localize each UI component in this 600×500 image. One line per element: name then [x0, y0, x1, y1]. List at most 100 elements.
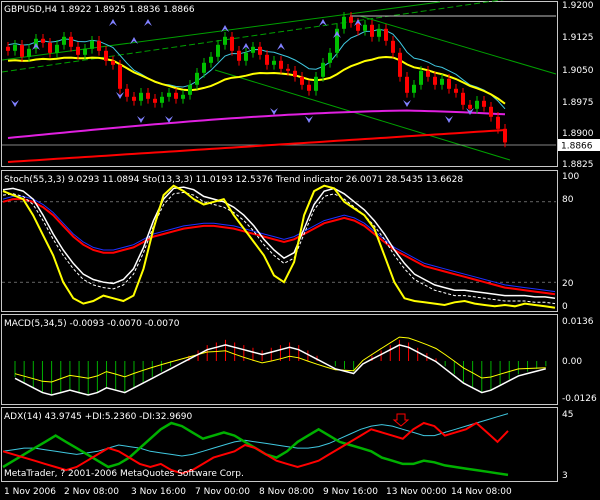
trading-chart[interactable]: GBPUSD,H4 1.8922 1.8925 1.8836 1.8866 St…: [0, 0, 600, 500]
adx-axis: 45 3: [562, 410, 573, 481]
adx-header: ADX(14) 43.9745 +DI:5.2360 -DI:32.9690: [4, 412, 193, 422]
candle-body: [412, 84, 416, 93]
candle-body: [468, 104, 472, 109]
candle-body: [496, 116, 500, 129]
candle-body: [104, 50, 108, 61]
stoch-slow-line: [2, 191, 556, 305]
candle-body: [251, 46, 255, 53]
candle-body: [370, 24, 374, 37]
candle-body: [181, 94, 185, 99]
candle-body: [27, 48, 31, 57]
trend-indicator-line: [2, 195, 556, 293]
candle-body: [461, 92, 465, 105]
stoch-plot: [2, 184, 556, 309]
candle-body: [307, 84, 311, 91]
macd-header: MACD(5,34,5) -0.0093 -0.0070 -0.0070: [4, 319, 180, 329]
candle-body: [90, 40, 94, 49]
candle-body: [230, 36, 234, 51]
candle-body: [223, 36, 227, 45]
time-tick: 3 Nov 16:00: [131, 487, 186, 497]
macd-tick: 0.00: [562, 357, 582, 367]
candle-body: [76, 46, 80, 55]
candle-body: [279, 60, 283, 69]
candle-body: [13, 44, 17, 51]
candle-body: [41, 38, 45, 43]
candle-body: [391, 40, 395, 53]
candle-body: [349, 16, 353, 23]
stoch-tick: 20: [562, 279, 574, 289]
macd-plot: [14, 336, 547, 396]
candle-body: [209, 56, 213, 63]
adx-plot: [2, 413, 509, 477]
candle-body: [125, 88, 129, 97]
candle-body: [300, 76, 304, 85]
candle-body: [475, 100, 479, 109]
candle-body: [342, 16, 346, 29]
adx-tick: 45: [562, 410, 573, 420]
time-tick: 14 Nov 08:00: [451, 487, 512, 497]
candle-body: [426, 70, 430, 77]
candle-body: [447, 78, 451, 89]
candle-body: [146, 92, 150, 99]
time-axis: 1 Nov 2006 2 Nov 08:00 3 Nov 16:00 7 Nov…: [4, 487, 512, 497]
macd-tick: -0.0126: [562, 394, 597, 404]
candle-body: [160, 96, 164, 103]
candle-body: [97, 40, 101, 51]
fractal-arrow-icon: [109, 19, 117, 26]
moving-average-line: [7, 129, 506, 163]
fractal-arrow-icon: [277, 43, 285, 50]
time-tick: 9 Nov 16:00: [323, 487, 378, 497]
adx-tick: 3: [562, 471, 568, 481]
candle-body: [321, 62, 325, 77]
candle-body: [237, 50, 241, 61]
price-tick: 1.8900: [562, 129, 594, 139]
time-tick: 7 Nov 00:00: [195, 487, 250, 497]
fractal-arrow-icon: [270, 108, 278, 115]
trend-channel-line: [359, 15, 557, 75]
candle-body: [265, 54, 269, 65]
candle-body: [440, 78, 444, 85]
stoch-tick: 0: [562, 302, 568, 312]
candle-body: [489, 106, 493, 117]
candle-body: [6, 46, 10, 51]
fractal-arrow-icon: [319, 19, 327, 26]
candle-body: [293, 70, 297, 77]
macd-axis: 0.0136 0.00 -0.0126: [562, 317, 597, 404]
stoch-axis: 100 80 20 0: [562, 172, 579, 312]
fractal-arrow-icon: [137, 116, 145, 123]
time-tick: 1 Nov 2006: [4, 487, 56, 497]
fractal-arrow-icon: [403, 100, 411, 107]
candle-body: [55, 44, 59, 53]
stoch-slow-line: [2, 186, 556, 300]
candle-body: [132, 96, 136, 101]
candle-body: [328, 52, 332, 63]
price-tick: 1.8975: [562, 98, 594, 108]
signal-marker-icon: [392, 413, 410, 427]
candle-body: [167, 92, 171, 97]
candle-body: [48, 42, 52, 53]
moving-average-line: [7, 28, 506, 110]
candle-body: [377, 28, 381, 37]
candle-body: [118, 64, 122, 89]
candle-body: [398, 52, 402, 77]
candle-body: [244, 52, 248, 61]
fractal-arrow-icon: [305, 116, 313, 123]
candle-body: [454, 88, 458, 93]
price-tick: 1.9050: [562, 66, 594, 76]
price-panel[interactable]: [1, 1, 558, 167]
candle-body: [174, 92, 178, 99]
candle-body: [20, 44, 24, 57]
candle-body: [405, 76, 409, 93]
candle-body: [202, 62, 206, 73]
price-tick: 1.8825: [562, 160, 594, 170]
candle-body: [433, 76, 437, 85]
macd-tick: 0.0136: [562, 317, 594, 327]
current-price-label: 1.8866: [561, 142, 593, 152]
candle-body: [258, 46, 262, 55]
time-tick: 13 Nov 00:00: [386, 487, 447, 497]
candle-body: [272, 60, 276, 65]
time-tick: 8 Nov 08:00: [259, 487, 314, 497]
candle-body: [286, 68, 290, 71]
candle-body: [153, 98, 157, 103]
price-plot: [1, 0, 557, 163]
